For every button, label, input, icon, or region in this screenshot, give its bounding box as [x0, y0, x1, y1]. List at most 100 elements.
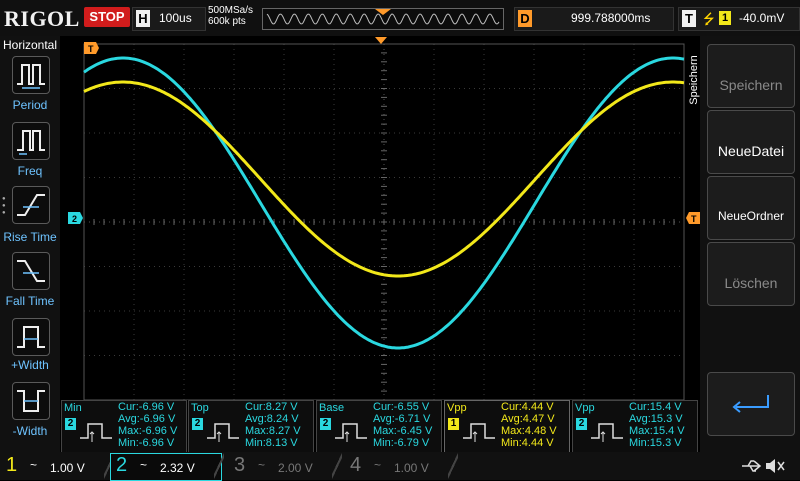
- save-button-label: Speichern: [719, 77, 783, 93]
- trigger-marker-label: T: [88, 44, 94, 54]
- pos-width-button[interactable]: [12, 318, 50, 356]
- positive-width-icon: [17, 326, 45, 348]
- measurement-minimum: Min:15.3 V: [629, 437, 682, 449]
- speaker-muted-icon[interactable]: [764, 456, 786, 476]
- timebase-value: 100us: [159, 11, 192, 25]
- sample-rate: 500MSa/s: [208, 5, 254, 16]
- freq-label: Freq: [17, 164, 43, 178]
- channel-4-number: 4: [350, 454, 362, 476]
- rise-time-icon: [17, 194, 45, 216]
- measurement-4[interactable]: Vpp 2 Cur:15.4 V Avg:15.3 V Max:15.4 V Min:15…: [572, 400, 698, 454]
- channel-2-marker-label: 2: [72, 214, 77, 224]
- measurement-channel-badge: 2: [192, 418, 203, 430]
- trigger-position-marker[interactable]: T: [84, 42, 100, 54]
- measurement-current: Cur:15.4 V: [629, 401, 682, 413]
- run-stop-indicator[interactable]: STOP: [84, 7, 130, 27]
- trigger-box[interactable]: T ⭍ 1 -40.0mV: [678, 7, 800, 31]
- measurement-average: Avg:-6.96 V: [118, 413, 176, 425]
- measurement-average: Avg:4.47 V: [501, 413, 555, 425]
- rise-time-button[interactable]: [12, 186, 50, 224]
- save-menu-title: Speichern: [688, 55, 700, 105]
- measurement-current: Cur:8.27 V: [245, 401, 298, 413]
- memory-overview-graphic: [266, 9, 500, 25]
- memory-waveform-overview[interactable]: [262, 8, 504, 30]
- measurement-0[interactable]: Min 2 Cur:-6.96 V Avg:-6.96 V Max:-6.96 V Min…: [61, 400, 187, 454]
- measurement-waveform-icon: [80, 423, 112, 442]
- measurement-average: Avg:-6.71 V: [373, 413, 431, 425]
- new-folder-button-label: NeueOrdner: [717, 209, 785, 223]
- horizontal-menu: Horizontal ● ● ● Period Freq Rise Time Fal…: [0, 36, 60, 452]
- tab-divider: [448, 452, 458, 480]
- measurement-maximum: Max:-6.96 V: [118, 425, 178, 437]
- channel-2-offset-marker[interactable]: 2: [68, 212, 84, 224]
- measurement-waveform-icon: [335, 423, 367, 442]
- brand-logo: RIGOL: [4, 6, 80, 31]
- measurement-maximum: Max:-6.45 V: [373, 425, 433, 437]
- neg-width-button[interactable]: [12, 382, 50, 420]
- measurement-1[interactable]: Top 2 Cur:8.27 V Avg:8.24 V Max:8.27 V Min:8.…: [188, 400, 314, 454]
- measurement-channel-badge: 1: [448, 418, 459, 430]
- frequency-icon: [17, 130, 45, 155]
- ac-coupling-icon: ~: [374, 458, 382, 472]
- measurement-minimum: Min:-6.79 V: [373, 437, 430, 449]
- delete-button-label: Löschen: [724, 275, 778, 291]
- new-file-button[interactable]: NeueDatei: [707, 110, 795, 174]
- timebase-letter: H: [136, 10, 150, 27]
- horizontal-trigger-pointer-icon: [375, 37, 387, 44]
- ac-coupling-icon: ~: [258, 458, 266, 472]
- new-folder-button[interactable]: NeueOrdner: [707, 176, 795, 240]
- measurement-channel-badge: 2: [65, 418, 76, 430]
- delete-button[interactable]: Löschen: [707, 242, 795, 306]
- enter-icon: [732, 395, 769, 413]
- period-label: Period: [12, 98, 48, 112]
- measurement-average: Avg:15.3 V: [629, 413, 683, 425]
- channel-4-scale: 1.00 V: [394, 461, 429, 475]
- channel-1-number: 1: [6, 454, 18, 476]
- measurement-current: Cur:4.44 V: [501, 401, 554, 413]
- measurement-name: Base: [319, 402, 345, 414]
- measurement-maximum: Max:15.4 V: [629, 425, 685, 437]
- measurement-current: Cur:-6.55 V: [373, 401, 430, 413]
- negative-width-icon: [17, 390, 45, 412]
- channel-2-scale: 2.32 V: [160, 461, 195, 475]
- pos-width-label: +Width: [11, 358, 49, 372]
- delay-letter: D: [518, 10, 532, 27]
- tab-divider: [332, 452, 342, 480]
- period-button[interactable]: [12, 56, 50, 94]
- measurement-2[interactable]: Base 2 Cur:-6.55 V Avg:-6.71 V Max:-6.45 V Mi…: [316, 400, 442, 454]
- measurement-name: Vpp: [447, 402, 467, 414]
- trigger-letter: T: [682, 10, 696, 27]
- memory-depth: 600k pts: [208, 16, 246, 27]
- measurement-channel-badge: 2: [576, 418, 587, 430]
- waveform-display[interactable]: [60, 36, 700, 400]
- measurement-3[interactable]: Vpp 1 Cur:4.44 V Avg:4.47 V Max:4.48 V Min:4.…: [444, 400, 570, 454]
- horizontal-menu-title: Horizontal: [2, 38, 58, 52]
- measurement-minimum: Min:8.13 V: [245, 437, 298, 449]
- trigger-level: -40.0mV: [739, 11, 785, 25]
- new-file-button-label: NeueDatei: [717, 143, 785, 159]
- usb-icon: [742, 460, 762, 472]
- channel-3-scale: 2.00 V: [278, 461, 313, 475]
- ac-coupling-icon: ~: [30, 458, 38, 472]
- measurement-maximum: Max:8.27 V: [245, 425, 301, 437]
- channel-3-number: 3: [234, 454, 246, 476]
- fall-time-button[interactable]: [12, 252, 50, 290]
- measurement-channel-badge: 2: [320, 418, 331, 430]
- measurement-maximum: Max:4.48 V: [501, 425, 557, 437]
- measurement-name: Min: [64, 402, 82, 414]
- trigger-source-badge: 1: [719, 11, 731, 25]
- freq-button[interactable]: [12, 122, 50, 160]
- measurement-average: Avg:8.24 V: [245, 413, 299, 425]
- tab-divider: [214, 452, 224, 480]
- channel-1-scale: 1.00 V: [50, 461, 85, 475]
- timebase-box[interactable]: H 100us: [132, 7, 206, 31]
- delay-value: 999.788000ms: [571, 11, 651, 25]
- fall-time-icon: [17, 260, 45, 282]
- measurement-waveform-icon: [207, 423, 239, 442]
- trigger-level-marker[interactable]: T: [686, 212, 700, 224]
- save-button[interactable]: Speichern: [707, 44, 795, 108]
- scroll-dots-icon: ● ● ●: [2, 196, 6, 216]
- enter-button[interactable]: [707, 372, 795, 436]
- delay-box[interactable]: D 999.788000ms: [514, 7, 674, 31]
- rising-edge-icon: ⭍: [703, 11, 715, 27]
